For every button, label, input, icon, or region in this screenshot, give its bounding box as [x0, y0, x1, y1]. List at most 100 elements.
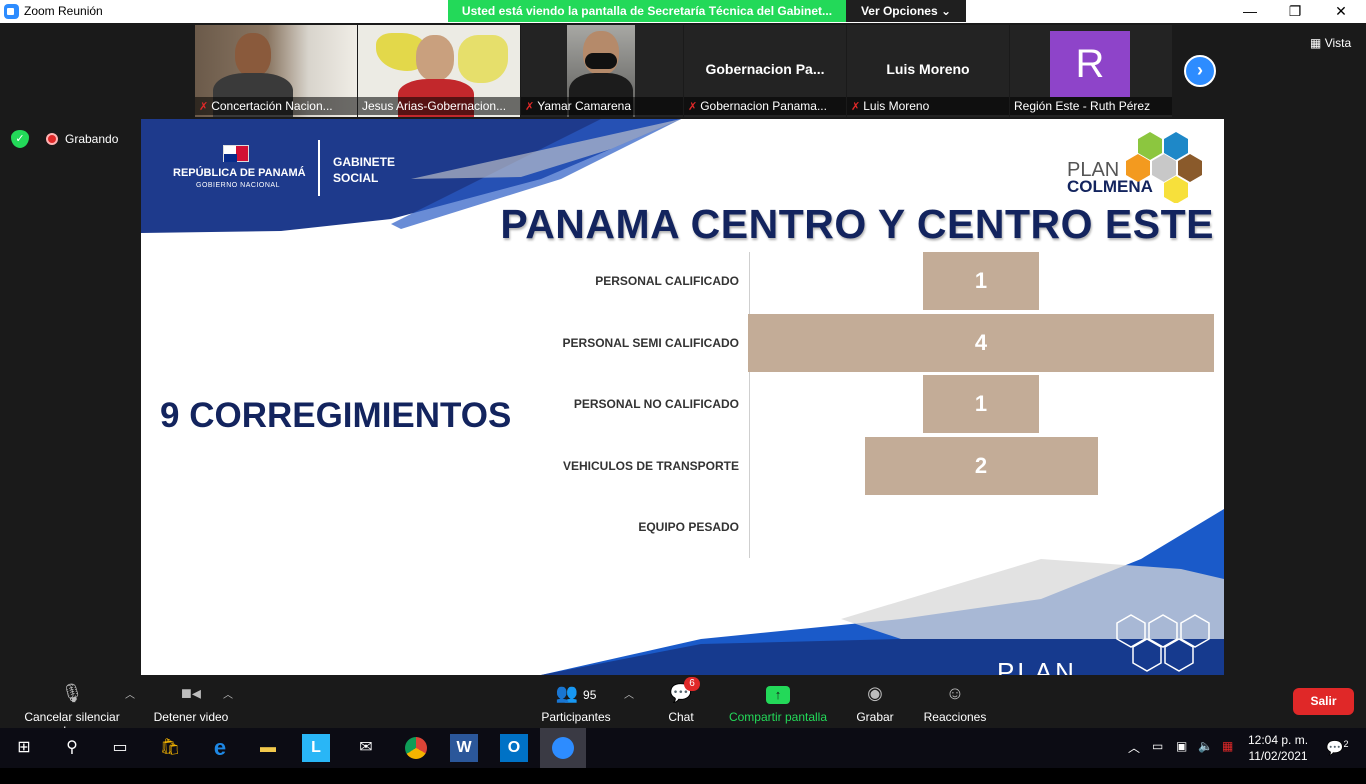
- cabinet-line-1: GABINETE: [333, 155, 396, 169]
- bottom-hexagon-icon: [1116, 614, 1210, 672]
- notifications-icon[interactable]: 💬2: [1326, 739, 1348, 757]
- government-subtitle: GOBIERNO NACIONAL: [196, 182, 280, 189]
- cabinet-line-2: SOCIAL: [333, 171, 379, 185]
- government-name: REPÚBLICA DE PANAMÁ: [173, 167, 306, 179]
- plan-bottom-word: PLAN: [997, 657, 1077, 675]
- view-button[interactable]: ▦ Vista: [1310, 36, 1351, 50]
- notification-count: 2: [1343, 739, 1349, 749]
- minimize-button[interactable]: —: [1227, 1, 1273, 22]
- muted-mic-icon: ✗: [199, 101, 209, 113]
- participant-tile[interactable]: Luis Moreno ✗ Luis Moreno: [847, 25, 1009, 117]
- chart-data-label: 2: [974, 452, 988, 478]
- windows-start-icon[interactable]: ⊞: [10, 734, 38, 762]
- chart-bar: 2: [864, 436, 1098, 495]
- face-mask: [585, 53, 617, 69]
- participant-caption: ✗ Luis Moreno: [847, 97, 1009, 115]
- chart-bar: 1: [922, 375, 1040, 434]
- maximize-button[interactable]: ❐: [1272, 1, 1318, 22]
- chart-data-label: 1: [974, 268, 988, 293]
- video-label: Detener video: [153, 710, 229, 724]
- share-screen-icon: ↑: [726, 680, 830, 706]
- store-icon[interactable]: 🛍: [156, 734, 184, 762]
- recording-label: Grabando: [65, 132, 119, 146]
- zoom-taskbar-item[interactable]: [540, 728, 586, 768]
- clock-time: 12:04 p. m.: [1248, 733, 1309, 747]
- muted-mic-icon: 🎙: [60, 683, 84, 703]
- calendar-alert-icon[interactable]: ▦: [1222, 739, 1233, 753]
- reactions-button[interactable]: ☺ Reacciones: [922, 680, 988, 724]
- chat-badge: 6: [684, 677, 700, 691]
- chrome-icon[interactable]: [402, 734, 430, 762]
- participant-tile[interactable]: ✗ Concertación Nacion...: [195, 25, 357, 117]
- participant-tile[interactable]: ✗ Yamar Camarena: [521, 25, 683, 117]
- muted-mic-icon: ✗: [525, 101, 535, 113]
- chevron-up-icon[interactable]: ︿: [223, 686, 233, 701]
- record-button[interactable]: ◉ Grabar: [852, 680, 898, 724]
- record-label: Grabar: [856, 710, 894, 724]
- participant-big-name: Luis Moreno: [886, 61, 970, 77]
- participants-count: 95: [583, 688, 597, 702]
- clock-date: 11/02/2021: [1248, 749, 1308, 763]
- record-icon: ◉: [867, 683, 883, 703]
- view-options-label: Ver Opciones: [860, 4, 938, 18]
- network-icon[interactable]: ▣: [1176, 739, 1187, 753]
- chart-category-label: EQUIPO PESADO: [638, 520, 739, 535]
- share-label: Compartir pantalla: [728, 710, 828, 724]
- chevron-up-icon[interactable]: ︿: [1128, 739, 1140, 756]
- reactions-label: Reacciones: [923, 710, 987, 724]
- chevron-down-icon: ⌄: [940, 4, 952, 18]
- chart-category-label: PERSONAL CALIFICADO: [595, 274, 739, 288]
- participant-name: Concertación Nacion...: [211, 99, 333, 113]
- below-taskbar: [0, 768, 1366, 784]
- chart-category-label: PERSONAL SEMI CALIFICADO: [562, 335, 739, 350]
- participant-big-name: Gobernacion Pa...: [705, 61, 825, 77]
- participant-caption: ✗ Concertación Nacion...: [195, 97, 357, 115]
- participant-tile-active[interactable]: Jesus Arias-Gobernacion...: [358, 25, 520, 117]
- participants-label: Participantes: [541, 710, 611, 724]
- zoom-icon: [552, 737, 574, 759]
- task-view-icon[interactable]: ▭: [106, 734, 134, 762]
- chart-category-label: VEHICULOS DE TRANSPORTE: [562, 458, 739, 473]
- volume-icon[interactable]: 🔈: [1198, 739, 1213, 753]
- participant-caption: Región Este - Ruth Pérez: [1010, 97, 1172, 115]
- search-icon[interactable]: ⚲: [58, 734, 86, 762]
- window-title: Zoom Reunión: [24, 4, 103, 18]
- person-head: [235, 33, 271, 77]
- participants-icon: 👥 95: [555, 683, 597, 703]
- shield-icon[interactable]: ✓: [11, 130, 29, 148]
- share-screen-button[interactable]: ↑ Compartir pantalla: [726, 680, 830, 724]
- chevron-right-icon[interactable]: ›: [1184, 55, 1216, 87]
- view-options-button[interactable]: Ver Opciones ⌄: [846, 0, 966, 22]
- edge-icon[interactable]: e: [206, 734, 234, 762]
- file-explorer-icon[interactable]: ▬: [254, 734, 282, 762]
- divider: [318, 140, 320, 196]
- l-app-icon[interactable]: L: [302, 734, 330, 762]
- stop-video-button[interactable]: ■◂ Detener video: [152, 680, 230, 724]
- person-head: [416, 35, 454, 81]
- view-label: Vista: [1324, 36, 1352, 50]
- corregimientos-label: 9 CORREGIMIENTOS: [160, 396, 512, 435]
- participants-button[interactable]: 👥 95 Participantes: [538, 680, 614, 724]
- word-icon[interactable]: W: [450, 734, 478, 762]
- outlook-icon[interactable]: O: [500, 734, 528, 762]
- system-clock[interactable]: 12:04 p. m. 11/02/2021: [1248, 732, 1308, 764]
- participant-tile[interactable]: Gobernacion Pa... ✗ Gobernacion Panama...: [684, 25, 846, 117]
- close-button[interactable]: ✕: [1318, 1, 1364, 22]
- chart-category-label: PERSONAL NO CALIFICADO: [573, 397, 739, 412]
- battery-icon[interactable]: ▭: [1152, 739, 1163, 753]
- avatar: R: [1050, 31, 1130, 97]
- participant-caption: ✗ Gobernacion Panama...: [684, 97, 846, 115]
- participant-tile[interactable]: R Región Este - Ruth Pérez: [1010, 25, 1172, 117]
- muted-mic-icon: ✗: [851, 101, 861, 113]
- mail-icon[interactable]: ✉: [352, 734, 380, 762]
- recording-icon: [46, 133, 58, 145]
- muted-mic-icon: ✗: [688, 101, 698, 113]
- chevron-up-icon[interactable]: ︿: [624, 686, 634, 701]
- participant-name: Luis Moreno: [863, 99, 930, 113]
- chevron-up-icon[interactable]: ︿: [125, 686, 135, 701]
- participant-name: Yamar Camarena: [537, 99, 632, 113]
- leave-button[interactable]: Salir: [1293, 688, 1354, 715]
- chart-bar: 4: [748, 313, 1214, 372]
- participant-name: Región Este - Ruth Pérez: [1014, 99, 1151, 113]
- chart-data-label: 4: [974, 329, 988, 355]
